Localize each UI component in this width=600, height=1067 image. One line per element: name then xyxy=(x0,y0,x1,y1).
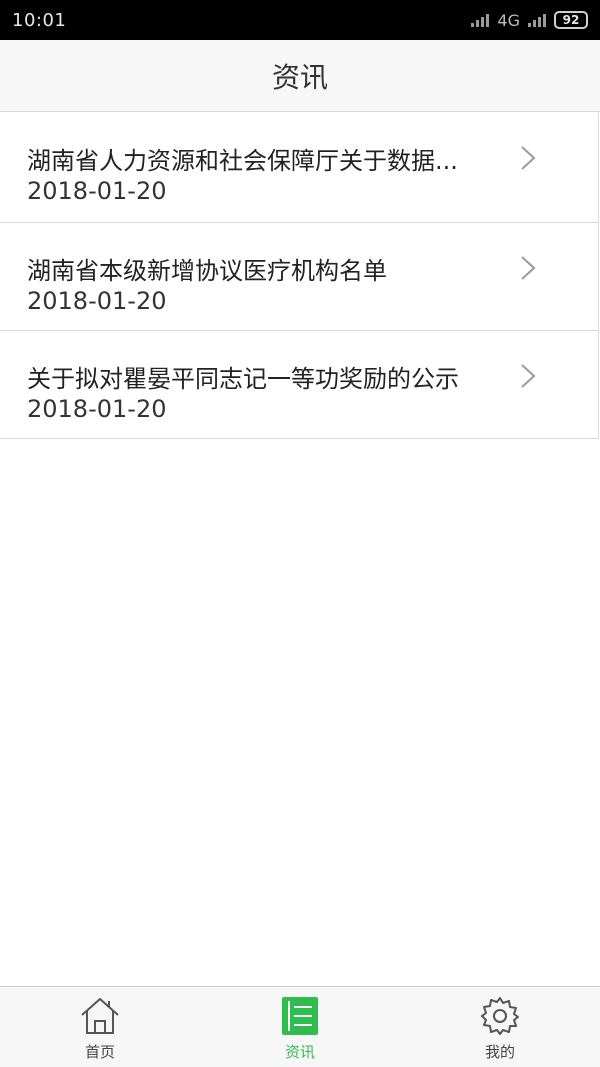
battery-level: 92 xyxy=(562,13,580,27)
nav-item-news[interactable]: 资讯 xyxy=(200,987,400,1067)
news-item[interactable]: 湖南省本级新增协议医疗机构名单 2018-01-20 xyxy=(0,223,598,331)
news-item[interactable]: 关于拟对瞿晏平同志记一等功奖励的公示 2018-01-20 xyxy=(0,331,598,439)
news-item[interactable]: 湖南省人力资源和社会保障厅关于数据... 2018-01-20 xyxy=(0,113,598,223)
chevron-right-icon xyxy=(521,146,536,170)
network-type: 4G xyxy=(497,10,520,30)
nav-label-news: 资讯 xyxy=(284,1043,315,1061)
home-icon xyxy=(81,998,119,1034)
status-indicators: 4G 92 xyxy=(471,11,588,30)
news-title: 关于拟对瞿晏平同志记一等功奖励的公示 xyxy=(27,365,459,393)
page-title: 资讯 xyxy=(271,60,328,94)
nav-label-home: 首页 xyxy=(84,1043,115,1061)
news-list: 湖南省人力资源和社会保障厅关于数据... 2018-01-20 湖南省本级新增协… xyxy=(0,113,599,439)
chevron-right-icon xyxy=(521,364,536,388)
gear-icon xyxy=(481,997,519,1035)
news-date: 2018-01-20 xyxy=(27,287,167,315)
news-date: 2018-01-20 xyxy=(27,395,167,423)
nav-item-mine[interactable]: 我的 xyxy=(400,987,600,1067)
news-icon xyxy=(282,997,318,1035)
bottom-nav: 首页 资讯 我的 xyxy=(0,986,600,1067)
news-title: 湖南省人力资源和社会保障厅关于数据... xyxy=(27,147,458,175)
page-header: 资讯 xyxy=(0,40,600,112)
chevron-right-icon xyxy=(521,256,536,280)
news-date: 2018-01-20 xyxy=(27,177,167,205)
status-bar: 10:01 4G 92 xyxy=(0,0,600,40)
nav-label-mine: 我的 xyxy=(484,1043,515,1061)
status-time: 10:01 xyxy=(12,9,67,31)
battery-icon: 92 xyxy=(554,11,588,29)
signal-icon xyxy=(471,13,490,27)
nav-item-home[interactable]: 首页 xyxy=(0,987,200,1067)
news-title: 湖南省本级新增协议医疗机构名单 xyxy=(27,257,387,285)
signal-icon-secondary xyxy=(528,13,546,27)
